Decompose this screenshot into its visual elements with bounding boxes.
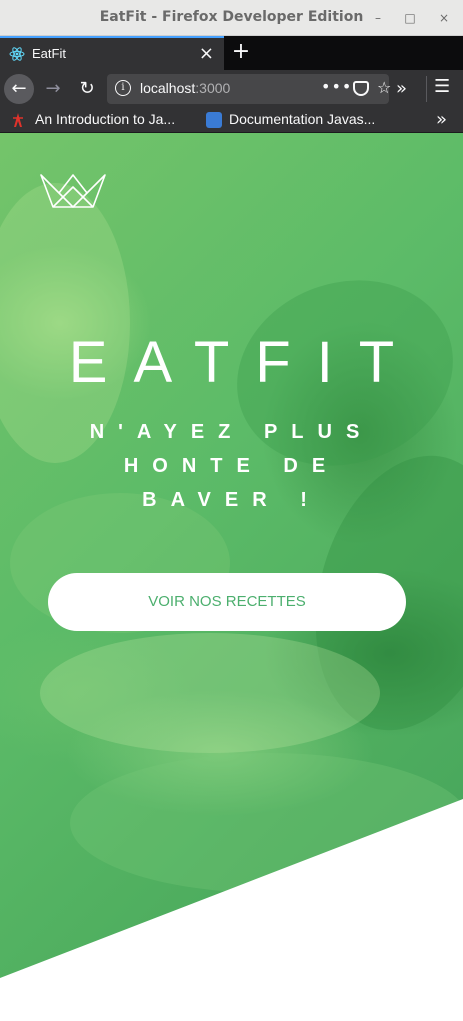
bookmark-item[interactable]: Documentation Javas... <box>229 111 375 127</box>
reload-button[interactable]: ↻ <box>72 74 102 104</box>
bookmarks-toolbar: An Introduction to Ja... Documentation J… <box>0 108 463 133</box>
react-icon <box>9 47 25 61</box>
back-button[interactable]: ← <box>4 74 34 104</box>
toolbar-separator <box>426 76 427 102</box>
nav-toolbar: ← → ↻ i localhost:3000 ••• ☆ » ☰ <box>0 70 463 108</box>
new-tab-button[interactable]: + <box>229 38 253 68</box>
page-actions-icon[interactable]: ••• <box>321 77 352 96</box>
url-port: :3000 <box>195 80 231 96</box>
window-title: EatFit - Firefox Developer Edition <box>99 9 364 25</box>
tab-label: EatFit <box>32 46 66 61</box>
pocket-icon[interactable] <box>353 81 369 96</box>
bookmark-item[interactable]: An Introduction to Ja... <box>35 111 175 127</box>
url-host: localhost <box>140 80 196 96</box>
window-titlebar: EatFit - Firefox Developer Edition – □ × <box>0 0 463 36</box>
bookmark-favicon-icon <box>13 113 23 127</box>
forward-button[interactable]: → <box>38 74 68 104</box>
tab-eatfit[interactable]: EatFit × <box>0 36 224 70</box>
tab-bar: EatFit × + <box>0 36 463 70</box>
bookmarks-overflow-icon[interactable]: » <box>436 109 447 130</box>
hero-bottom-slant <box>0 799 463 1021</box>
url-text[interactable]: localhost:3000 <box>140 80 230 96</box>
close-window-button[interactable]: × <box>434 8 454 28</box>
site-info-icon[interactable]: i <box>115 80 131 96</box>
hamburger-menu-icon[interactable]: ☰ <box>434 76 450 97</box>
toolbar-overflow-icon[interactable]: » <box>396 78 407 99</box>
maximize-button[interactable]: □ <box>400 8 420 28</box>
url-bar[interactable]: i localhost:3000 ••• ☆ <box>107 74 391 104</box>
bookmark-star-icon[interactable]: ☆ <box>377 78 391 97</box>
page-viewport: EATFIT N'AYEZ PLUS HONTE DE BAVER ! VOIR… <box>0 133 463 1021</box>
close-tab-icon[interactable]: × <box>199 43 214 64</box>
minimize-button[interactable]: – <box>368 8 388 28</box>
bookmark-favicon-icon <box>206 112 222 128</box>
